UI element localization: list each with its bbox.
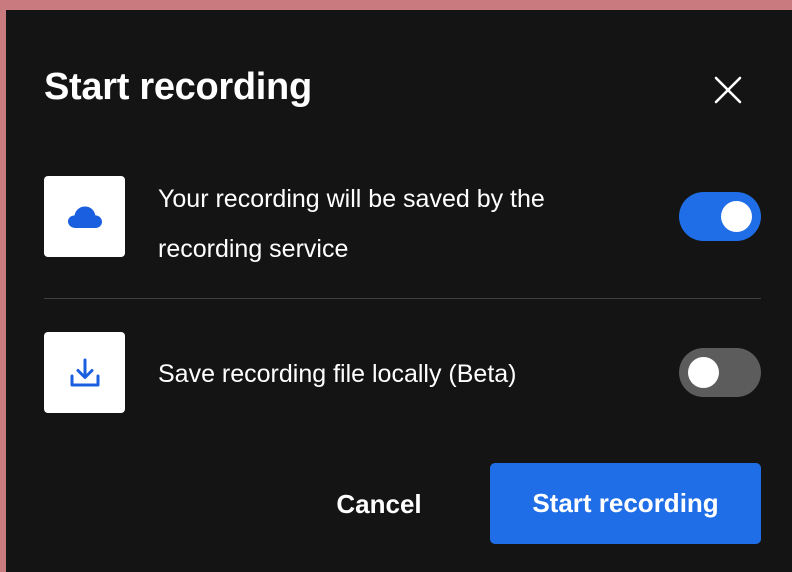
download-icon-box	[44, 332, 125, 413]
local-recording-toggle[interactable]	[679, 348, 761, 397]
cloud-icon	[67, 206, 102, 228]
start-recording-dialog: Start recording Your recording will be s…	[6, 10, 792, 572]
cancel-button[interactable]: Cancel	[316, 474, 442, 534]
dialog-title: Start recording	[44, 66, 312, 108]
local-recording-label: Save recording file locally (Beta)	[158, 360, 517, 388]
option-local-recording: Save recording file locally (Beta)	[44, 332, 761, 414]
option-cloud-recording: Your recording will be saved by the reco…	[44, 176, 761, 263]
close-icon	[714, 76, 742, 104]
download-icon	[70, 358, 99, 386]
cloud-recording-label: Your recording will be saved by the reco…	[158, 185, 545, 263]
cloud-icon-box	[44, 176, 125, 257]
start-recording-button[interactable]: Start recording	[490, 463, 761, 544]
divider	[44, 298, 761, 299]
close-button[interactable]	[710, 72, 746, 108]
toggle-knob	[688, 357, 719, 388]
cloud-recording-toggle[interactable]	[679, 192, 761, 241]
toggle-knob	[721, 201, 752, 232]
